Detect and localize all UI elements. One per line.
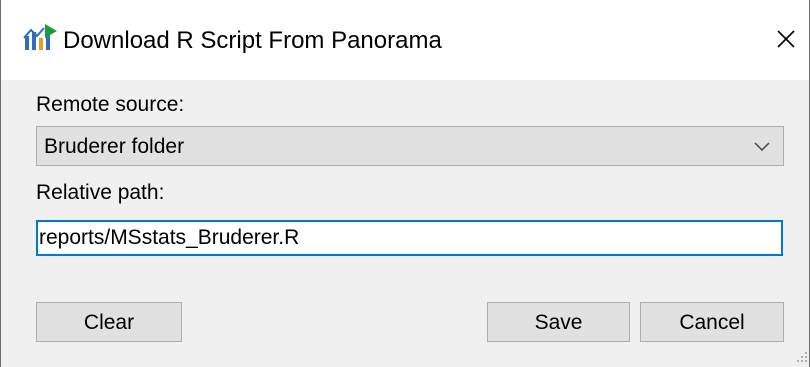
save-button[interactable]: Save	[487, 302, 630, 342]
dialog-window: Download R Script From Panorama Remote s…	[0, 0, 810, 367]
remote-source-label: Remote source:	[36, 93, 185, 116]
cancel-button[interactable]: Cancel	[640, 302, 784, 342]
relative-path-input[interactable]	[36, 220, 783, 256]
close-icon[interactable]	[769, 22, 803, 56]
dialog-title: Download R Script From Panorama	[63, 27, 442, 54]
remote-source-dropdown[interactable]: Bruderer folder	[36, 126, 784, 166]
chevron-down-icon	[754, 142, 770, 152]
resize-grip-icon[interactable]	[797, 350, 809, 364]
relative-path-label: Relative path:	[36, 181, 165, 204]
clear-button[interactable]: Clear	[36, 302, 182, 342]
remote-source-value: Bruderer folder	[44, 135, 185, 158]
skyline-app-icon	[23, 24, 57, 50]
title-bar[interactable]: Download R Script From Panorama	[1, 0, 809, 80]
